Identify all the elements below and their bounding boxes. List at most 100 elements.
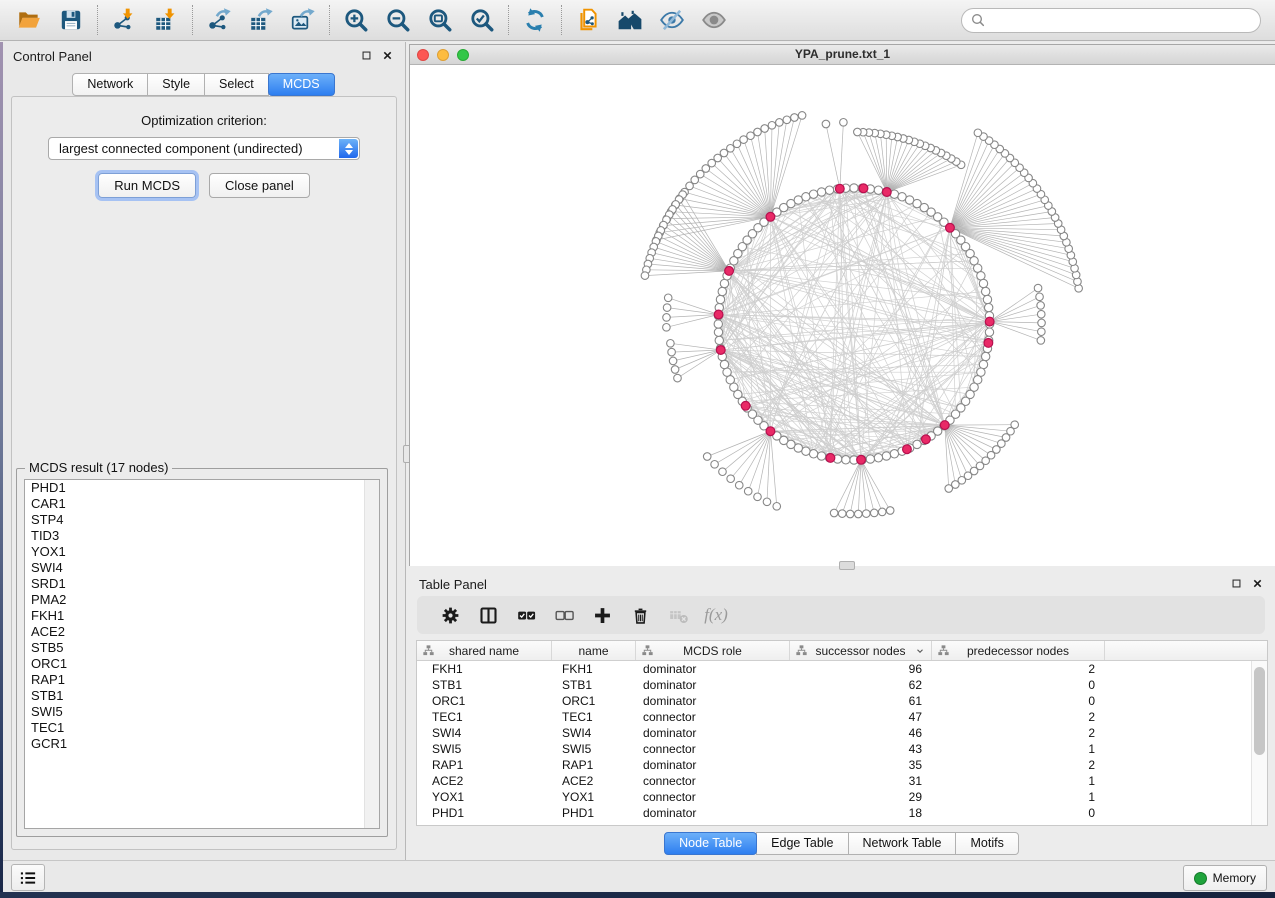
mcds-result-item[interactable]: FKH1: [25, 608, 379, 624]
search-networks-button[interactable]: [609, 4, 651, 36]
close-icon[interactable]: [1252, 578, 1263, 589]
float-icon[interactable]: [361, 50, 372, 61]
tab-mcds[interactable]: MCDS: [268, 73, 335, 96]
close-icon[interactable]: [382, 50, 393, 61]
export-image-button[interactable]: [282, 4, 324, 36]
mcds-result-item[interactable]: SWI4: [25, 560, 379, 576]
select-all-checks-icon: [516, 605, 537, 626]
column-header-predecessor-nodes[interactable]: predecessor nodes: [932, 641, 1105, 660]
tab-edge-table[interactable]: Edge Table: [756, 832, 848, 855]
cell-predecessor-nodes: 0: [932, 805, 1105, 821]
table-row[interactable]: FKH1FKH1dominator962: [417, 661, 1267, 677]
tab-style[interactable]: Style: [147, 73, 205, 96]
mcds-result-item[interactable]: STB5: [25, 640, 379, 656]
dominator-node: [859, 184, 868, 193]
close-icon[interactable]: [1252, 578, 1263, 589]
tree-icon: [937, 644, 950, 657]
tab-network[interactable]: Network: [72, 73, 148, 96]
float-icon[interactable]: [361, 50, 372, 61]
table-row[interactable]: STB1STB1dominator620: [417, 677, 1267, 693]
search-input[interactable]: [961, 8, 1261, 33]
deselect-checks-button[interactable]: [545, 605, 583, 626]
mcds-result-item[interactable]: TID3: [25, 528, 379, 544]
mcds-result-item[interactable]: TEC1: [25, 720, 379, 736]
hide-selection-button[interactable]: [651, 4, 693, 36]
mcds-result-list[interactable]: PHD1CAR1STP4TID3YOX1SWI4SRD1PMA2FKH1ACE2…: [24, 479, 380, 829]
close-panel-button[interactable]: Close panel: [209, 173, 310, 198]
mcds-result-item[interactable]: PHD1: [25, 480, 379, 496]
table-row[interactable]: TEC1TEC1connector472: [417, 709, 1267, 725]
table-row[interactable]: RAP1RAP1dominator352: [417, 757, 1267, 773]
mcds-result-item[interactable]: STP4: [25, 512, 379, 528]
mcds-result-item[interactable]: ORC1: [25, 656, 379, 672]
trash-button[interactable]: [621, 605, 659, 626]
table-row[interactable]: PHD1PHD1dominator180: [417, 805, 1267, 821]
mcds-result-item[interactable]: SWI5: [25, 704, 379, 720]
select-all-checks-button[interactable]: [507, 605, 545, 626]
mcds-result-item[interactable]: CAR1: [25, 496, 379, 512]
gear-button[interactable]: [431, 605, 469, 626]
function-fx-button: f(x): [697, 605, 735, 625]
mcds-result-item[interactable]: SRD1: [25, 576, 379, 592]
mcds-result-item[interactable]: ACE2: [25, 624, 379, 640]
mcds-result-item[interactable]: YOX1: [25, 544, 379, 560]
network-canvas[interactable]: [410, 65, 1275, 566]
table-scrollbar-thumb[interactable]: [1254, 667, 1265, 755]
table-row[interactable]: YOX1YOX1connector291: [417, 789, 1267, 805]
tab-node-table[interactable]: Node Table: [664, 832, 757, 855]
minimize-traffic-light-icon[interactable]: [437, 49, 449, 61]
table-row[interactable]: ORC1ORC1dominator610: [417, 693, 1267, 709]
cell-successor-nodes: 29: [790, 789, 932, 805]
float-icon[interactable]: [1231, 578, 1242, 589]
new-network-from-selection-button[interactable]: [567, 4, 609, 36]
mcds-result-item[interactable]: RAP1: [25, 672, 379, 688]
search-glass-icon: [970, 12, 986, 28]
cell-MCDS-role: connector: [636, 789, 790, 805]
toolbar-separator: [508, 5, 509, 35]
zoom-in-button[interactable]: [335, 4, 377, 36]
zoom-traffic-light-icon[interactable]: [457, 49, 469, 61]
column-header-MCDS-role[interactable]: MCDS role: [636, 641, 790, 660]
zoom-selected-button[interactable]: [461, 4, 503, 36]
show-all-button[interactable]: [693, 4, 735, 36]
column-header-successor-nodes[interactable]: successor nodes: [790, 641, 932, 660]
criterion-select[interactable]: largest connected component (undirected): [48, 137, 360, 160]
mcds-result-item[interactable]: STB1: [25, 688, 379, 704]
list-scrollbar-track[interactable]: [364, 480, 379, 828]
zoom-out-button[interactable]: [377, 4, 419, 36]
column-header-name[interactable]: name: [552, 641, 636, 660]
float-icon[interactable]: [1231, 578, 1242, 589]
task-history-button[interactable]: [11, 864, 45, 891]
horizontal-splitter-handle[interactable]: [839, 561, 855, 570]
export-network-button[interactable]: [198, 4, 240, 36]
open-file-button[interactable]: [8, 4, 50, 36]
zoom-fit-button[interactable]: [419, 4, 461, 36]
tab-motifs[interactable]: Motifs: [955, 832, 1018, 855]
deselect-checks-icon: [554, 605, 575, 626]
memory-button[interactable]: Memory: [1183, 865, 1267, 891]
close-icon[interactable]: [382, 50, 393, 61]
mcds-result-item[interactable]: GCR1: [25, 736, 379, 752]
table-row[interactable]: ACE2ACE2connector311: [417, 773, 1267, 789]
mcds-result-item[interactable]: PMA2: [25, 592, 379, 608]
table-row[interactable]: SWI4SWI4dominator462: [417, 725, 1267, 741]
zoom-fit-icon: [427, 7, 453, 33]
table-scrollbar-track[interactable]: [1251, 661, 1267, 825]
table-row[interactable]: SWI5SWI5connector431: [417, 741, 1267, 757]
close-traffic-light-icon[interactable]: [417, 49, 429, 61]
save-session-button[interactable]: [50, 4, 92, 36]
toolbar-separator: [329, 5, 330, 35]
split-columns-button[interactable]: [469, 605, 507, 626]
tab-select[interactable]: Select: [204, 73, 269, 96]
refresh-layout-button[interactable]: [514, 4, 556, 36]
network-window-titlebar[interactable]: YPA_prune.txt_1: [410, 45, 1275, 65]
tab-network-table[interactable]: Network Table: [848, 832, 957, 855]
run-mcds-button[interactable]: Run MCDS: [98, 173, 196, 198]
add-plus-button[interactable]: [583, 605, 621, 626]
network-graph[interactable]: [410, 65, 1275, 566]
hide-selection-icon: [659, 7, 685, 33]
export-table-button[interactable]: [240, 4, 282, 36]
column-header-shared-name[interactable]: shared name: [417, 641, 552, 660]
import-table-button[interactable]: [145, 4, 187, 36]
import-network-button[interactable]: [103, 4, 145, 36]
